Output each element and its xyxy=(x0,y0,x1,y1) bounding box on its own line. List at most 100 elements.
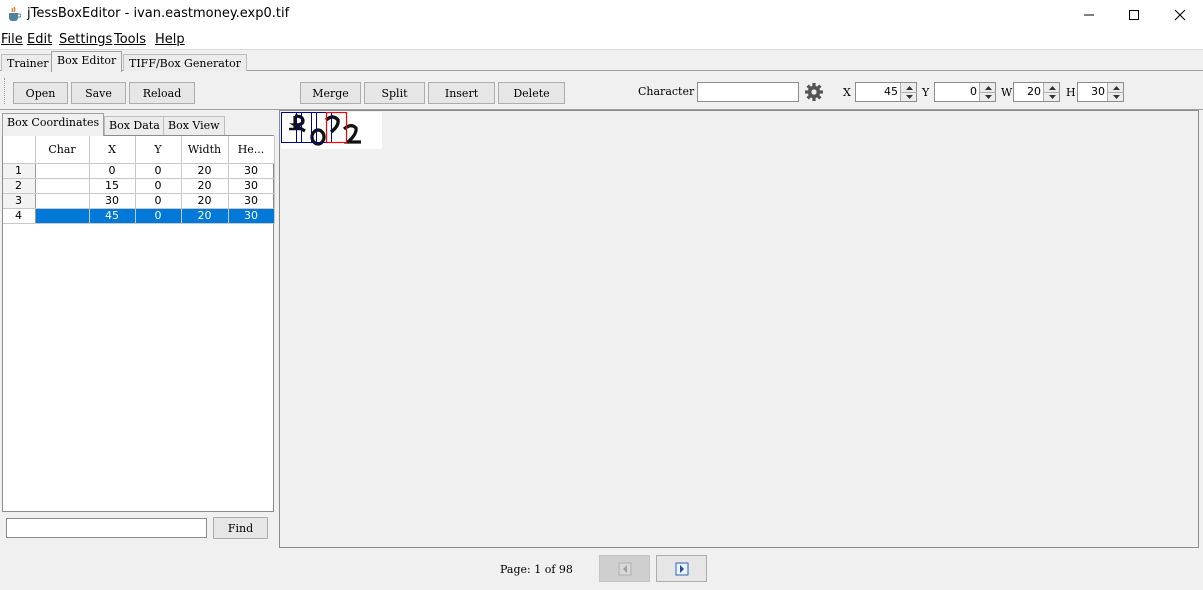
table-row-selected[interactable]: 4 45 0 20 30 xyxy=(3,208,275,224)
y-value: 0 xyxy=(970,85,977,98)
previous-page-button[interactable] xyxy=(599,555,650,582)
h-decrement-button[interactable] xyxy=(1108,92,1124,101)
tab-box-coordinates[interactable]: Box Coordinates xyxy=(2,113,105,136)
menu-edit[interactable]: Edit xyxy=(27,32,52,47)
x-increment-button[interactable] xyxy=(901,83,917,92)
maximize-icon xyxy=(1129,10,1139,20)
cell-y[interactable]: 0 xyxy=(135,208,182,224)
y-label: Y xyxy=(922,86,930,99)
w-spinner[interactable]: 20 xyxy=(1013,82,1060,102)
cell-char[interactable] xyxy=(35,208,90,224)
footer-bar: Page: 1 of 98 xyxy=(0,548,1203,590)
delete-button[interactable]: Delete xyxy=(498,82,565,104)
cell-height[interactable]: 30 xyxy=(228,163,275,179)
cell-width[interactable]: 20 xyxy=(181,178,229,194)
cell-height[interactable]: 30 xyxy=(228,178,275,194)
open-button[interactable]: Open xyxy=(13,82,68,104)
cell-x[interactable]: 15 xyxy=(89,178,136,194)
y-increment-button[interactable] xyxy=(980,83,996,92)
cell-y[interactable]: 0 xyxy=(135,163,182,179)
cell-char[interactable] xyxy=(35,193,90,209)
cell-height[interactable]: 30 xyxy=(228,193,275,209)
x-decrement-button[interactable] xyxy=(901,92,917,101)
next-page-button[interactable] xyxy=(656,555,707,582)
menu-file[interactable]: File xyxy=(1,32,23,47)
table-row[interactable]: 1 0 0 20 30 xyxy=(3,163,275,179)
maximize-button[interactable] xyxy=(1111,0,1157,30)
cell-x[interactable]: 45 xyxy=(89,208,136,224)
merge-button[interactable]: Merge xyxy=(300,82,361,104)
left-panel: Box Coordinates Box Data Box View Char X… xyxy=(0,110,278,548)
x-label: X xyxy=(843,86,851,99)
minimize-icon xyxy=(1084,14,1094,16)
box-tab-strip: Box Coordinates Box Data Box View xyxy=(2,113,276,136)
cell-width[interactable]: 20 xyxy=(181,208,229,224)
column-header-char[interactable]: Char xyxy=(35,136,90,164)
w-increment-button[interactable] xyxy=(1044,83,1060,92)
menu-settings[interactable]: Settings xyxy=(59,32,112,47)
save-button[interactable]: Save xyxy=(71,82,126,104)
tab-box-view[interactable]: Box View xyxy=(163,116,225,135)
cell-x[interactable]: 0 xyxy=(89,163,136,179)
arrow-up-icon xyxy=(984,85,992,90)
column-header-x[interactable]: X xyxy=(89,136,136,164)
toolbar-grip[interactable] xyxy=(4,78,7,104)
menu-edit-label: Edit xyxy=(27,32,53,47)
menu-help-label: Help xyxy=(155,32,185,47)
tiff-image[interactable] xyxy=(281,111,382,149)
cell-x[interactable]: 30 xyxy=(89,193,136,209)
character-input[interactable] xyxy=(697,82,799,102)
arrow-up-icon xyxy=(1112,85,1120,90)
x-spinner[interactable]: 45 xyxy=(855,82,917,102)
split-button[interactable]: Split xyxy=(364,82,425,104)
cell-height[interactable]: 30 xyxy=(228,208,275,224)
column-header-rownum[interactable] xyxy=(3,136,36,164)
menu-help[interactable]: Help xyxy=(155,32,185,47)
captcha-glyphs xyxy=(281,111,361,146)
arrow-down-icon xyxy=(1048,95,1056,99)
tab-box-editor[interactable]: Box Editor xyxy=(51,51,123,72)
find-button[interactable]: Find xyxy=(213,517,268,539)
arrow-down-icon xyxy=(1112,95,1120,99)
x-value: 45 xyxy=(884,85,898,98)
page-indicator: Page: 1 of 98 xyxy=(500,563,573,576)
y-decrement-button[interactable] xyxy=(980,92,996,101)
w-label: W xyxy=(1001,86,1013,99)
reload-button[interactable]: Reload xyxy=(129,82,195,104)
y-spinner[interactable]: 0 xyxy=(934,82,996,102)
column-header-y[interactable]: Y xyxy=(135,136,182,164)
find-input[interactable] xyxy=(6,518,207,538)
tab-box-data[interactable]: Box Data xyxy=(104,116,165,135)
cell-char[interactable] xyxy=(35,163,90,179)
column-header-width[interactable]: Width xyxy=(181,136,229,164)
cell-y[interactable]: 0 xyxy=(135,178,182,194)
menu-tools-label: Tools xyxy=(114,32,147,47)
gear-icon[interactable] xyxy=(804,82,824,102)
h-increment-button[interactable] xyxy=(1108,83,1124,92)
minimize-button[interactable] xyxy=(1066,0,1112,30)
cell-width[interactable]: 20 xyxy=(181,163,229,179)
insert-button[interactable]: Insert xyxy=(428,82,495,104)
w-decrement-button[interactable] xyxy=(1044,92,1060,101)
table-row[interactable]: 2 15 0 20 30 xyxy=(3,178,275,194)
h-value: 30 xyxy=(1091,85,1105,98)
tab-tiff-box-generator[interactable]: TIFF/Box Generator xyxy=(123,54,248,71)
h-spinner[interactable]: 30 xyxy=(1077,82,1124,102)
menu-file-label: File xyxy=(1,32,23,47)
close-button[interactable] xyxy=(1157,0,1203,30)
arrow-up-icon xyxy=(905,85,913,90)
menu-tools[interactable]: Tools xyxy=(114,32,146,47)
title-bar: jTessBoxEditor - ivan.eastmoney.exp0.tif xyxy=(0,0,1203,30)
table-row[interactable]: 3 30 0 20 30 xyxy=(3,193,275,209)
cell-char[interactable] xyxy=(35,178,90,194)
box-coordinates-table[interactable]: Char X Y Width He... 1 0 0 20 30 2 15 0 … xyxy=(2,135,275,512)
column-header-height[interactable]: He... xyxy=(228,136,275,164)
prev-page-icon xyxy=(618,562,631,575)
cell-y[interactable]: 0 xyxy=(135,193,182,209)
coordinates-grid: Char X Y Width He... 1 0 0 20 30 2 15 0 … xyxy=(3,136,275,224)
w-value: 20 xyxy=(1027,85,1041,98)
image-canvas[interactable] xyxy=(279,110,1199,548)
window-title: jTessBoxEditor - ivan.eastmoney.exp0.tif xyxy=(27,6,290,21)
tab-trainer[interactable]: Trainer xyxy=(1,54,55,71)
cell-width[interactable]: 20 xyxy=(181,193,229,209)
